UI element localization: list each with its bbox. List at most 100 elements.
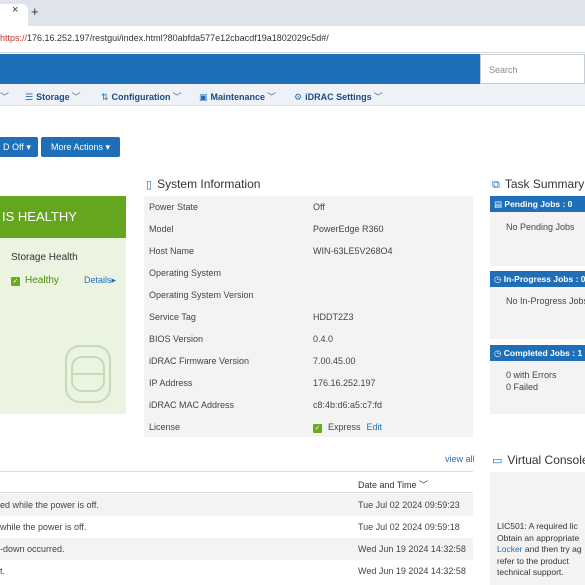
date-time-column-header[interactable]: Date and Time ﹀: [358, 478, 428, 491]
info-label: Model: [149, 224, 174, 234]
menu-storage[interactable]: ☰ Storage ﹀: [25, 90, 81, 103]
view-all-logs-link[interactable]: view all: [445, 454, 475, 464]
url-scheme: https://: [0, 33, 28, 43]
address-bar[interactable]: https://176.16.252.197/restgui/index.htm…: [0, 26, 585, 53]
info-value: Off: [313, 202, 325, 212]
info-label: Operating System: [149, 268, 222, 278]
task-summary-title: ⧉ Task Summary: [492, 177, 584, 192]
clock-icon: ◷: [494, 274, 504, 284]
search-input[interactable]: Search: [480, 54, 585, 84]
storage-health-status: ✓ Healthy: [11, 275, 59, 286]
calendar-icon: ▤: [494, 199, 505, 209]
vc-line: refer to the product: [497, 555, 569, 566]
log-time: Tue Jul 02 2024 09:59:18: [358, 522, 460, 532]
system-health-banner: IS HEALTHY: [0, 196, 126, 238]
license-locker-link[interactable]: Locker: [497, 544, 523, 554]
menu-maintenance-label: Maintenance: [210, 92, 266, 102]
chevron-down-icon: ﹀: [373, 92, 383, 102]
log-message: ed while the power is off.: [0, 500, 99, 510]
virtual-console-label: Virtual Console: [507, 453, 585, 467]
menu-dashboard-chevron[interactable]: ﹀: [0, 90, 9, 103]
main-menu-bar: ﹀ ☰ Storage ﹀ ⇅ Configuration ﹀ ▣ Maintenance…: [0, 84, 585, 106]
inprogress-jobs-label: In-Progress Jobs : 0: [503, 274, 585, 284]
storage-health-title: Storage Health: [11, 252, 78, 263]
table-row: ed while the power is off. Tue Jul 02 202…: [0, 494, 473, 516]
info-label: Service Tag: [149, 312, 196, 322]
menu-storage-label: Storage: [36, 92, 70, 102]
chevron-down-icon: ﹀: [71, 92, 81, 102]
info-label: IP Address: [149, 378, 193, 388]
completed-jobs-header[interactable]: ◷ Completed Jobs : 1: [490, 345, 585, 361]
info-row: Power State Off: [144, 196, 473, 218]
table-row: -down occurred. Wed Jun 19 2024 14:32:58: [0, 538, 473, 560]
menu-configuration[interactable]: ⇅ Configuration ﹀: [101, 90, 182, 103]
inprogress-jobs-text: No In-Progress Jobs: [506, 296, 585, 306]
tab-close-icon[interactable]: ×: [12, 4, 18, 16]
more-actions-button[interactable]: More Actions ▾: [41, 137, 121, 157]
info-value: PowerEdge R360: [313, 224, 384, 234]
url-text[interactable]: https://176.16.252.197/restgui/index.htm…: [0, 33, 329, 43]
license-edit-link[interactable]: Edit: [367, 422, 383, 432]
info-label: License: [149, 422, 181, 432]
search-placeholder: Search: [489, 65, 518, 75]
table-row: t. Wed Jun 19 2024 14:32:58: [0, 560, 473, 582]
check-icon: ✓: [313, 424, 322, 433]
console-icon: ▭: [492, 455, 503, 467]
pending-jobs-header[interactable]: ▤ Pending Jobs : 0: [490, 196, 585, 212]
info-value: 0.4.0: [313, 334, 334, 344]
storage-health-panel: Storage Health ✓ Healthy Details▸: [0, 238, 126, 414]
info-label: iDRAC Firmware Version: [149, 356, 250, 366]
completed-jobs-body: 0 with Errors 0 Failed: [490, 361, 585, 414]
info-row: iDRAC Firmware Version 7.00.45.00: [144, 350, 473, 372]
inprogress-jobs-header[interactable]: ◷ In-Progress Jobs : 0: [490, 271, 585, 287]
log-time: Wed Jun 19 2024 14:32:58: [358, 544, 466, 554]
idrac-settings-icon: ⚙: [294, 92, 303, 102]
completed-jobs-label: Completed Jobs : 1: [503, 348, 583, 358]
info-label: Power State: [149, 202, 199, 212]
info-row: Model PowerEdge R360: [144, 218, 473, 240]
menu-configuration-label: Configuration: [111, 92, 171, 102]
info-row: IP Address 176.16.252.197: [144, 372, 473, 394]
info-row: Operating System: [144, 262, 473, 284]
license-value: ✓ Express Edit: [313, 422, 382, 433]
power-action-button[interactable]: D Off ▾: [0, 137, 38, 157]
chevron-down-icon: ﹀: [267, 92, 277, 102]
log-table-header: Date and Time ﹀: [0, 471, 473, 493]
storage-icon: ☰: [25, 92, 34, 102]
menu-idrac-settings-label: iDRAC Settings: [305, 92, 372, 102]
completed-failed: 0 Failed: [506, 382, 539, 392]
vc-line: LIC501: A required lic: [497, 521, 578, 531]
check-icon: ✓: [11, 277, 20, 286]
browser-tab-strip: × +: [0, 0, 585, 26]
log-message: while the power is off.: [0, 522, 87, 532]
storage-details-link[interactable]: Details▸: [84, 275, 116, 286]
inprogress-jobs-body: No In-Progress Jobs: [490, 287, 585, 339]
info-row: Operating System Version: [144, 284, 473, 306]
completed-errors: 0 with Errors: [506, 370, 557, 380]
new-tab-button[interactable]: +: [31, 4, 39, 19]
info-row-license: License ✓ Express Edit: [144, 416, 473, 438]
vc-line: Locker and then try ag: [497, 544, 585, 556]
menu-maintenance[interactable]: ▣ Maintenance ﹀: [199, 90, 276, 103]
virtual-console-title: ▭ Virtual Console: [492, 453, 585, 467]
info-value: c8:4b:d6:a5:c7:fd: [313, 400, 383, 410]
configuration-icon: ⇅: [101, 92, 109, 102]
task-summary-label: Task Summary: [504, 177, 585, 191]
info-label: iDRAC MAC Address: [149, 400, 235, 410]
info-row: iDRAC MAC Address c8:4b:d6:a5:c7:fd: [144, 394, 473, 416]
info-row: BIOS Version 0.4.0: [144, 328, 473, 350]
license-type: Express: [328, 422, 361, 432]
system-information-title: ▯ System Information: [146, 177, 260, 191]
log-message: -down occurred.: [0, 544, 65, 554]
info-value: 7.00.45.00: [313, 356, 356, 366]
vc-line: technical support.: [497, 567, 564, 577]
pending-jobs-text: No Pending Jobs: [506, 222, 575, 232]
info-value: WIN-63LE5V268O4: [313, 246, 393, 256]
info-value: 176.16.252.197: [313, 378, 376, 388]
pending-jobs-label: Pending Jobs : 0: [504, 199, 573, 209]
log-message: t.: [0, 566, 6, 576]
info-row: Service Tag HDDT2Z3: [144, 306, 473, 328]
menu-idrac-settings[interactable]: ⚙ iDRAC Settings ﹀: [294, 90, 383, 103]
document-icon: ▯: [146, 179, 153, 191]
info-label: Operating System Version: [149, 290, 254, 300]
